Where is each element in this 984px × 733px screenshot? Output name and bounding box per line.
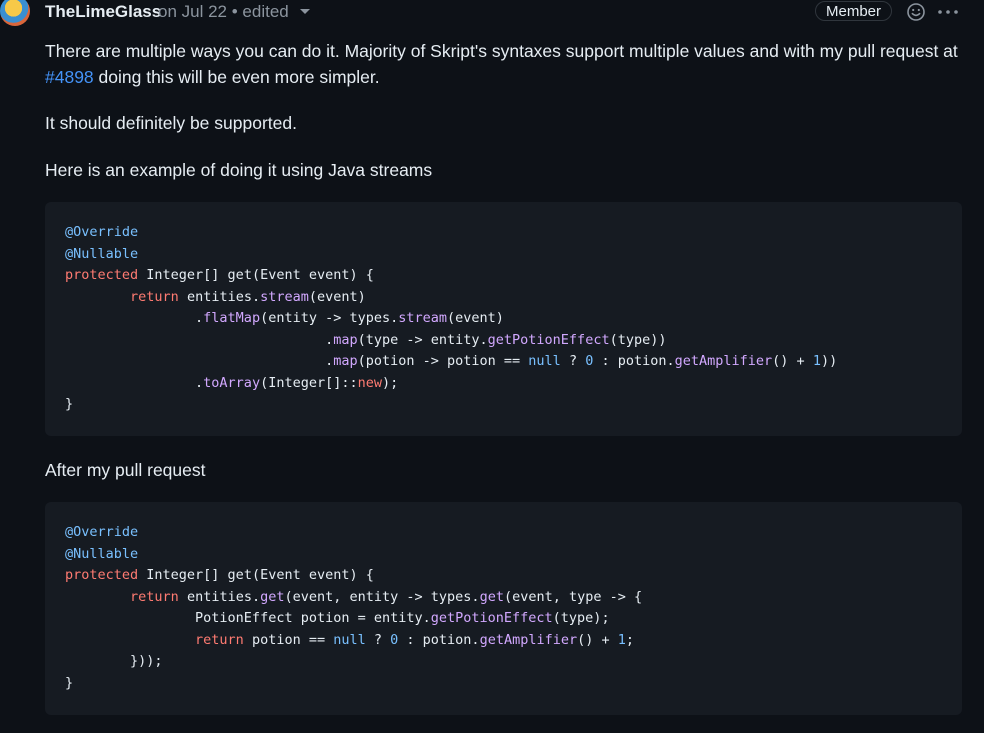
code-token: ? [365, 631, 391, 648]
code-token: null [528, 353, 561, 369]
code-token: ; [625, 631, 635, 648]
paragraph-after-pr: After my pull request [45, 460, 206, 480]
code-token: entities. [186, 588, 261, 605]
code-token: @Nullable [65, 245, 139, 262]
code-block-after-pr[interactable]: @Override @Nullable protected Integer[] … [45, 502, 962, 715]
code-token: )) [820, 353, 838, 369]
code-token: getAmplifier [479, 631, 578, 648]
code-token: ); [382, 374, 399, 391]
code-token: Integer[] get(Event event) { [146, 267, 374, 283]
code-token: (event, type -> { [503, 588, 643, 605]
code-token: flatMap [203, 310, 261, 326]
smiley-icon[interactable] [906, 2, 926, 22]
code-token: null [333, 631, 366, 648]
code-token: get [479, 588, 504, 605]
code-token: () + [772, 353, 813, 369]
code-token: map [333, 353, 358, 369]
code-content-after-pr: @Override @Nullable protected Integer[] … [65, 522, 942, 694]
code-block-streams[interactable]: @Override @Nullable protected Integer[] … [45, 202, 962, 436]
code-token: PotionEffect potion = entity. [65, 610, 431, 626]
code-token: getPotionEffect [487, 331, 610, 348]
code-token: new [357, 374, 383, 391]
code-token: (type)) [609, 331, 667, 348]
code-token: 1 [812, 353, 821, 369]
code-token: })); [65, 653, 163, 669]
code-token: (event) [447, 310, 504, 326]
chevron-down-icon[interactable] [300, 9, 310, 14]
code-token: toArray [203, 374, 261, 391]
code-token: 1 [617, 631, 626, 648]
code-token: return [195, 631, 252, 648]
code-token: get [260, 588, 285, 605]
code-token: (event) [308, 288, 366, 305]
code-token: return [130, 588, 187, 605]
code-token: getAmplifier [674, 353, 773, 369]
code-token: @Override [65, 224, 139, 240]
code-token: (potion -> potion == [357, 353, 529, 369]
edited-label[interactable]: edited [242, 2, 288, 21]
pull-request-link[interactable]: #4898 [45, 67, 94, 87]
code-token: entities. [186, 288, 261, 305]
code-token: getPotionEffect [430, 610, 553, 626]
meta-separator: • [231, 2, 238, 21]
paragraph-supported: It should definitely be supported. [45, 113, 297, 133]
code-token: @Nullable [65, 545, 139, 562]
author-link[interactable]: TheLimeGlass [45, 2, 161, 22]
code-token: @Override [65, 524, 139, 540]
code-token: ? [560, 353, 586, 369]
code-token: (type); [552, 610, 610, 626]
code-token: . [65, 331, 334, 348]
comment-meta: on Jul 22 • edited [158, 2, 289, 22]
comment-date[interactable]: on Jul 22 [158, 2, 227, 21]
code-token: protected [65, 567, 147, 583]
code-content-streams: @Override @Nullable protected Integer[] … [65, 222, 942, 416]
code-token: : potion. [398, 631, 480, 648]
code-token: () + [577, 631, 618, 648]
code-token: stream [398, 310, 448, 326]
code-token: . [65, 310, 204, 326]
code-token: (Integer[]:: [260, 374, 358, 391]
code-token: } [65, 674, 74, 691]
code-token: (event, entity -> types. [284, 588, 480, 605]
code-token: (entity -> types. [260, 310, 399, 326]
issue-comment: TheLimeGlass on Jul 22 • edited Member T… [0, 0, 984, 733]
code-token: : potion. [593, 353, 675, 369]
code-token: potion == [251, 631, 334, 648]
kebab-horizontal-icon[interactable] [936, 2, 960, 22]
code-token: return [130, 288, 187, 305]
code-token: stream [260, 288, 309, 305]
paragraph-example-intro: Here is an example of doing it using Jav… [45, 160, 433, 180]
code-token: } [65, 396, 74, 412]
code-token: Integer[] get(Event event) { [146, 567, 374, 583]
member-badge: Member [815, 1, 892, 21]
code-token: . [65, 353, 334, 369]
code-token: protected [65, 267, 147, 283]
paragraph-intro: There are multiple ways you can do it. M… [45, 41, 958, 87]
author-avatar[interactable] [0, 0, 30, 26]
comment-header: TheLimeGlass on Jul 22 • edited Member [0, 0, 984, 28]
code-token: (type -> entity. [357, 331, 488, 348]
code-token: map [333, 331, 358, 348]
code-token: . [65, 374, 204, 391]
